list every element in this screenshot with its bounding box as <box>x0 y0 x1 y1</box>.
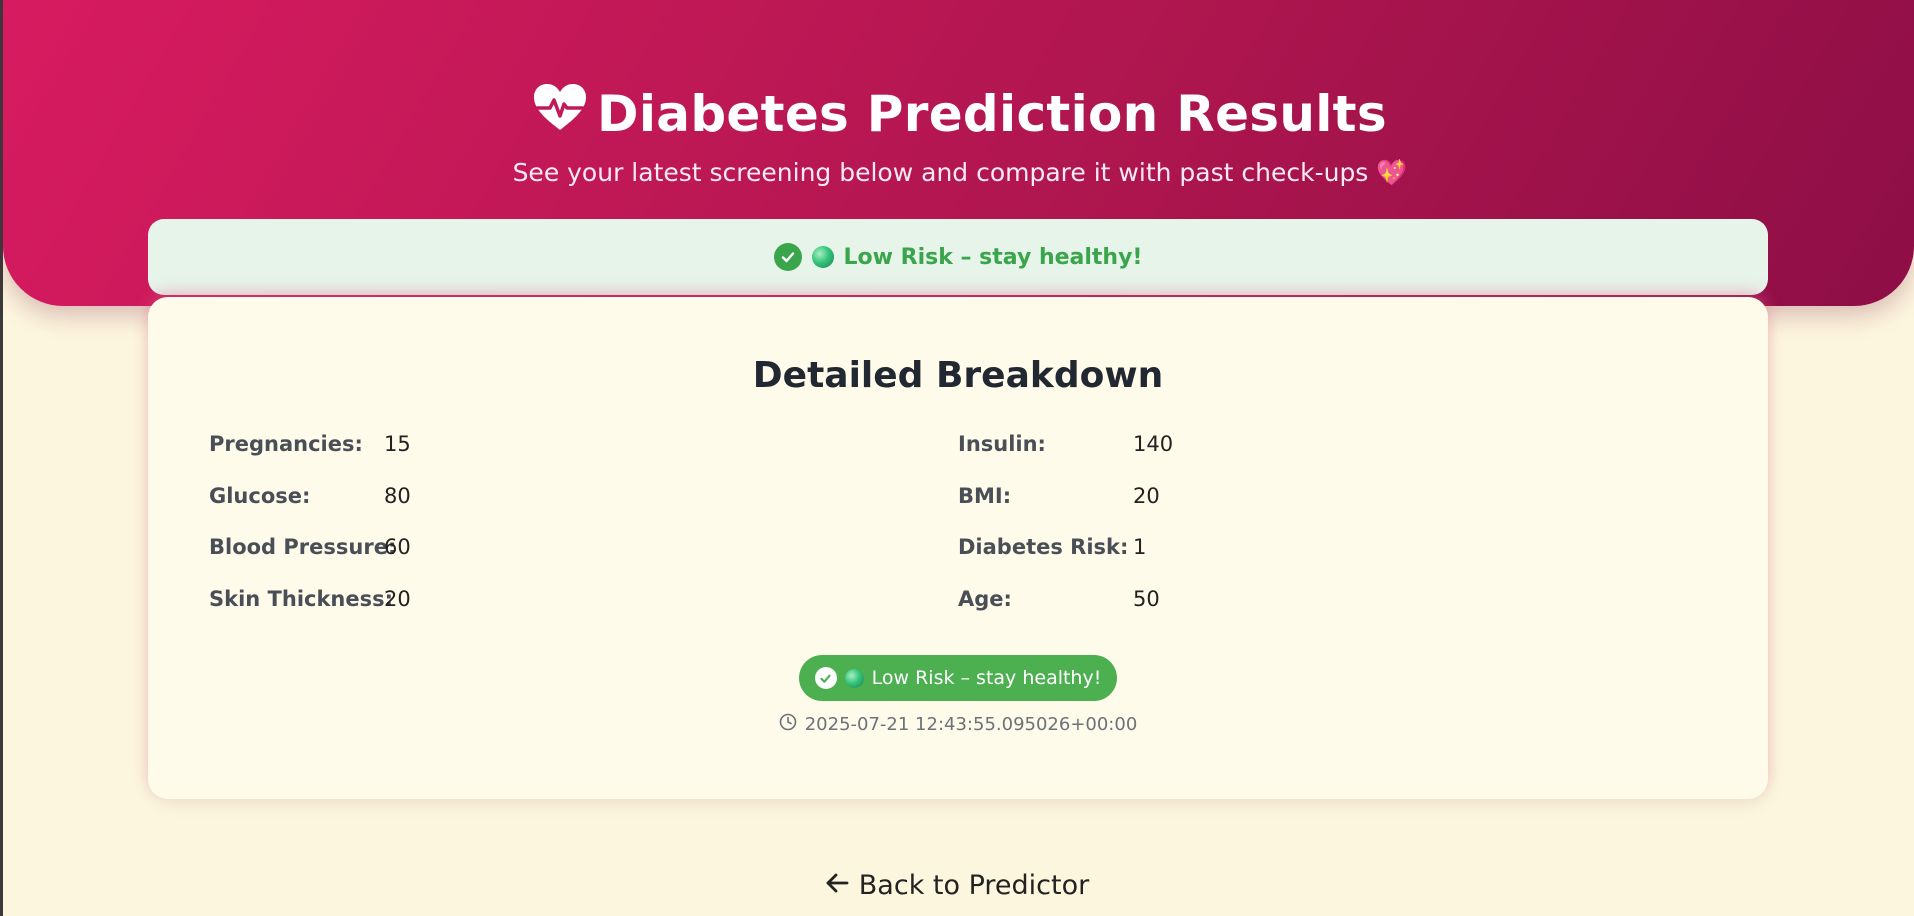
risk-alert: Low Risk – stay healthy! <box>148 219 1768 295</box>
field-label: Age: <box>958 587 1012 611</box>
result-timestamp: 2025-07-21 12:43:55.095026+00:00 <box>148 713 1768 736</box>
field-label: Pregnancies: <box>209 432 363 456</box>
field-value: 80 <box>384 484 411 508</box>
risk-status-text: Low Risk – stay healthy! <box>871 667 1102 689</box>
risk-status-badge: Low Risk – stay healthy! <box>799 655 1117 701</box>
field-value: 1 <box>1133 535 1147 559</box>
breakdown-card: Detailed Breakdown Pregnancies: 15 Gluco… <box>148 297 1768 799</box>
timestamp-text: 2025-07-21 12:43:55.095026+00:00 <box>804 714 1138 735</box>
green-circle-icon <box>844 668 864 688</box>
page-title-text: Diabetes Prediction Results <box>597 85 1387 143</box>
field-value: 140 <box>1133 432 1174 456</box>
check-circle-icon <box>773 243 802 271</box>
back-link-label: Back to Predictor <box>858 870 1090 901</box>
check-circle-icon <box>814 667 837 689</box>
field-label: Insulin: <box>958 432 1046 456</box>
field-value: 20 <box>384 587 411 611</box>
field-value: 15 <box>384 432 411 456</box>
page-title: Diabetes Prediction Results <box>3 84 1914 144</box>
field-value: 20 <box>1133 484 1160 508</box>
risk-alert-text: Low Risk – stay healthy! <box>843 244 1143 270</box>
back-to-predictor-link[interactable]: Back to Predictor <box>0 870 1914 901</box>
field-value: 60 <box>384 535 411 559</box>
clock-icon <box>779 713 797 736</box>
field-label: Diabetes Risk: <box>958 535 1129 559</box>
heart-pulse-icon <box>533 84 587 144</box>
page-subtitle: See your latest screening below and comp… <box>512 158 1408 187</box>
field-label: Glucose: <box>209 484 311 508</box>
field-value: 50 <box>1133 587 1160 611</box>
field-label: BMI: <box>958 484 1012 508</box>
arrow-left-icon <box>825 870 849 901</box>
field-label: Skin Thickness: <box>209 587 394 611</box>
field-label: Blood Pressure: <box>209 535 397 559</box>
breakdown-title: Detailed Breakdown <box>752 355 1164 396</box>
green-circle-icon <box>811 246 834 268</box>
